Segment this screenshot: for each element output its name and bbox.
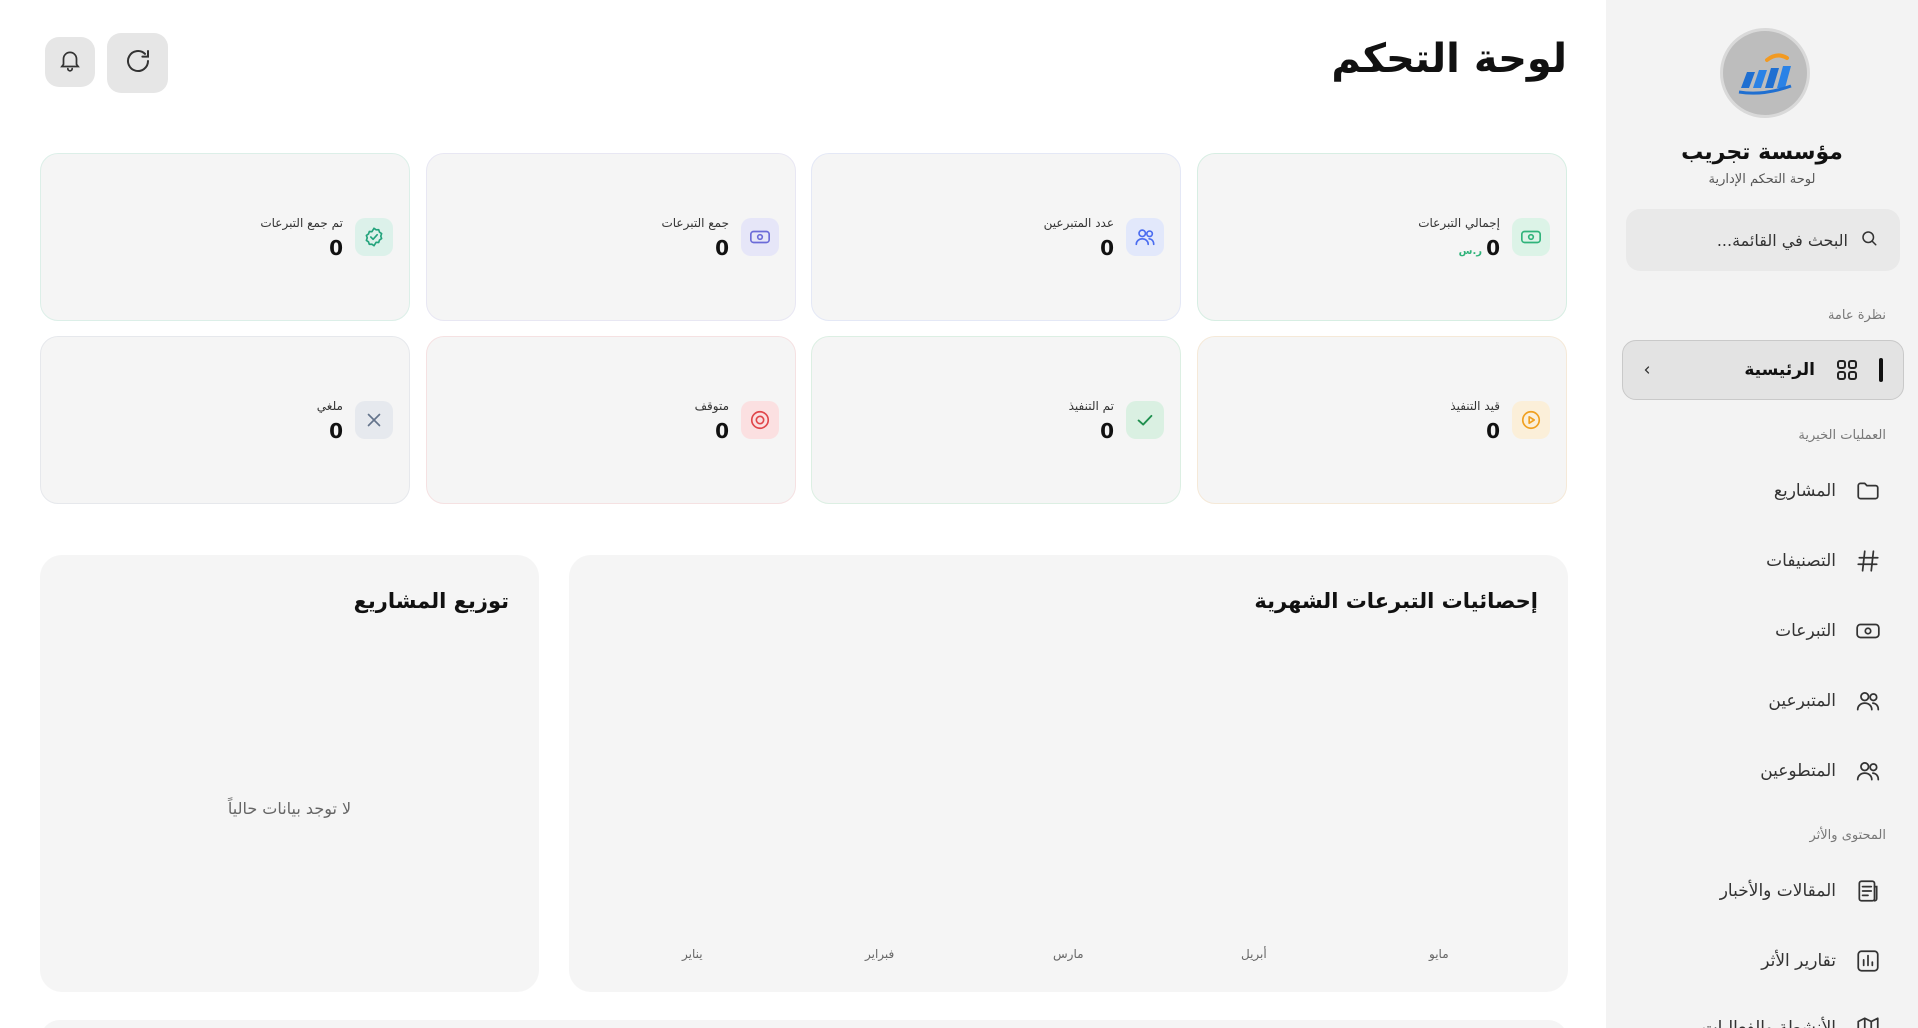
stat-value: 0	[715, 236, 729, 260]
panel-title: إحصائيات التبرعات الشهرية	[1254, 589, 1538, 613]
sidebar-search[interactable]	[1626, 209, 1900, 271]
banknote-icon	[1512, 218, 1550, 256]
stat-value: 0	[715, 419, 729, 443]
section-label-charity: العمليات الخيرية	[1798, 428, 1886, 443]
sidebar-item-label: المشاريع	[1773, 481, 1836, 501]
stat-card-in-progress: قيد التنفيذ 0	[1197, 336, 1567, 504]
x-icon	[355, 401, 393, 439]
stat-value: 0	[329, 419, 343, 443]
stop-circle-icon	[741, 401, 779, 439]
stat-card-collected: تم جمع التبرعات 0	[40, 153, 410, 321]
panel-title: توزيع المشاريع	[353, 589, 509, 613]
sidebar-search-input[interactable]	[1648, 230, 1848, 250]
stat-value: 0	[1486, 236, 1500, 260]
month-label: أبريل	[1241, 947, 1267, 961]
stat-card-collecting: جمع التبرعات 0	[426, 153, 796, 321]
month-label: يناير	[682, 947, 703, 961]
section-label-content: المحتوى والأثر	[1809, 828, 1886, 843]
month-label: فبراير	[865, 947, 895, 961]
currency-label: ر.س	[1458, 246, 1482, 257]
stat-card-done: تم التنفيذ 0	[811, 336, 1181, 504]
stat-card-donors-count: عدد المتبرعين 0	[811, 153, 1181, 321]
banknote-icon	[1854, 617, 1882, 645]
refresh-icon	[123, 46, 153, 80]
chevron-left-icon	[1641, 360, 1653, 381]
users-icon	[1854, 757, 1882, 785]
bell-icon	[57, 47, 83, 77]
sidebar: مؤسسة تجريب لوحة التحكم الإدارية نظرة عا…	[1606, 0, 1918, 1028]
monthly-donations-panel: إحصائيات التبرعات الشهرية	[569, 555, 1568, 992]
sidebar-item-label: الأنشطة والفعاليات	[1701, 1018, 1836, 1028]
stat-label: متوقف	[694, 399, 729, 413]
sidebar-item-categories[interactable]: التصنيفات	[1632, 533, 1892, 589]
section-label-overview: نظرة عامة	[1827, 308, 1886, 323]
stat-value: 0	[329, 236, 343, 260]
sidebar-item-donations[interactable]: التبرعات	[1632, 603, 1892, 659]
dashboard-app: مؤسسة تجريب لوحة التحكم الإدارية نظرة عا…	[0, 0, 1918, 1028]
play-circle-icon	[1512, 401, 1550, 439]
users-icon	[1854, 687, 1882, 715]
next-panel	[40, 1020, 1568, 1028]
sidebar-item-articles[interactable]: المقالات والأخبار	[1632, 863, 1892, 919]
badge-check-icon	[355, 218, 393, 256]
sidebar-item-partial[interactable]: الأنشطة والفعاليات	[1632, 1000, 1892, 1028]
empty-state-message: لا توجد بيانات حالياً	[227, 799, 352, 818]
month-label: مارس	[1053, 947, 1084, 961]
stat-card-stopped: متوقف 0	[426, 336, 796, 504]
organization-subtitle: لوحة التحكم الإدارية	[1708, 172, 1816, 187]
sidebar-item-home[interactable]: الرئيسية	[1622, 340, 1904, 400]
hash-icon	[1854, 547, 1882, 575]
page-title: لوحة التحكم	[1331, 36, 1567, 82]
projects-distribution-panel: توزيع المشاريع لا توجد بيانات حالياً	[40, 555, 539, 992]
stat-label: إجمالي التبرعات	[1418, 216, 1500, 230]
sidebar-item-label: المتبرعين	[1768, 691, 1836, 711]
stat-label: تم جمع التبرعات	[260, 216, 343, 230]
month-label: مايو	[1429, 947, 1449, 961]
search-icon	[1860, 229, 1878, 251]
grid-icon	[1833, 356, 1861, 384]
stat-label: قيد التنفيذ	[1450, 399, 1500, 413]
users-icon	[1126, 218, 1164, 256]
stat-value: 0	[1100, 419, 1114, 443]
notifications-button[interactable]	[45, 37, 95, 87]
refresh-button[interactable]	[107, 33, 168, 93]
sidebar-item-label: المقالات والأخبار	[1719, 881, 1836, 901]
organization-name: مؤسسة تجريب	[1681, 140, 1843, 165]
sidebar-item-label: تقارير الأثر	[1761, 951, 1836, 971]
stat-label: تم التنفيذ	[1068, 399, 1114, 413]
stat-value: 0	[1486, 419, 1500, 443]
banknote-icon	[741, 218, 779, 256]
sidebar-item-donors[interactable]: المتبرعين	[1632, 673, 1892, 729]
sidebar-item-impact-reports[interactable]: تقارير الأثر	[1632, 933, 1892, 989]
sidebar-item-volunteers[interactable]: المتطوعين	[1632, 743, 1892, 799]
stat-label: ملغي	[316, 399, 343, 413]
sidebar-item-label: التبرعات	[1775, 621, 1836, 641]
check-icon	[1126, 401, 1164, 439]
active-indicator	[1879, 358, 1883, 382]
bar-chart-icon	[1854, 947, 1882, 975]
folder-icon	[1854, 477, 1882, 505]
stat-card-cancelled: ملغي 0	[40, 336, 410, 504]
sidebar-item-label: التصنيفات	[1766, 551, 1836, 571]
sidebar-item-label: الرئيسية	[1744, 360, 1815, 380]
stat-label: جمع التبرعات	[661, 216, 729, 230]
map-icon	[1854, 1014, 1882, 1028]
sidebar-item-label: المتطوعين	[1760, 761, 1836, 781]
stat-value: 0	[1100, 236, 1114, 260]
newspaper-icon	[1854, 877, 1882, 905]
sidebar-item-projects[interactable]: المشاريع	[1632, 463, 1892, 519]
stat-card-total-donations: إجمالي التبرعات 0 ر.س	[1197, 153, 1567, 321]
organization-logo	[1720, 28, 1810, 118]
stat-label: عدد المتبرعين	[1043, 216, 1114, 230]
